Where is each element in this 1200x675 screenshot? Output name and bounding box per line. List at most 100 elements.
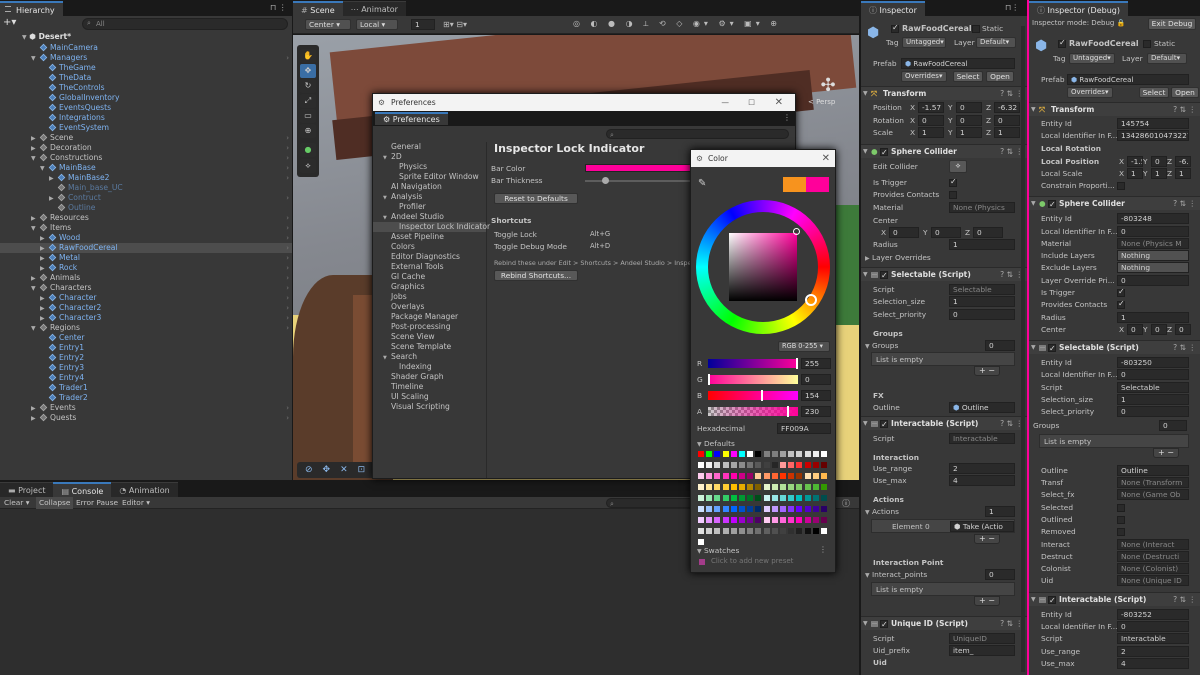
debug-readonly-field[interactable]: None (Game Ob [1117, 489, 1189, 501]
axis-label[interactable]: X [881, 227, 886, 238]
hierarchy-item[interactable]: ▼ Characters › [0, 283, 292, 293]
actions-count-field[interactable]: 1 [985, 506, 1015, 517]
color-swatch[interactable] [714, 506, 721, 512]
entity-id-field[interactable]: 145754 [1117, 118, 1189, 129]
open-prefab-icon[interactable]: › [286, 263, 289, 273]
color-swatch[interactable] [755, 495, 762, 501]
hierarchy-item[interactable]: ▶ MainBase2 › [0, 173, 292, 183]
color-swatch[interactable] [804, 451, 811, 457]
color-swatch[interactable] [821, 506, 827, 512]
color-swatch[interactable] [804, 528, 811, 534]
layer-dropdown[interactable]: Default▾ [976, 37, 1016, 48]
color-swatch[interactable] [763, 484, 770, 490]
color-swatch[interactable] [771, 517, 778, 523]
color-swatch[interactable] [780, 506, 786, 512]
tab-hierarchy[interactable]: Hierarchy [0, 1, 63, 16]
hierarchy-item[interactable]: Entry1 [0, 343, 292, 353]
hierarchy-item[interactable]: Main_base_UC [0, 183, 292, 193]
open-prefab-icon[interactable]: › [286, 143, 289, 153]
axis-label[interactable]: Z [986, 127, 991, 138]
thickness-slider-thumb[interactable] [602, 177, 609, 184]
tab-project[interactable]: ▬ Project [0, 482, 54, 497]
color-swatch[interactable] [796, 484, 803, 490]
hierarchy-item[interactable]: ▶ Character3 › [0, 313, 292, 323]
color-swatch[interactable] [788, 506, 795, 512]
bar-color-swatch[interactable] [585, 164, 693, 172]
entity-id-field[interactable]: -803248 [1117, 213, 1189, 224]
preset-swatch[interactable] [699, 559, 705, 565]
actions-foldout[interactable]: ▼ Actions [865, 506, 899, 517]
preferences-nav-item[interactable]: Visual Scripting [373, 402, 486, 412]
component-enabled-checkbox[interactable] [1048, 198, 1056, 212]
color-swatch[interactable] [812, 517, 819, 523]
eyedropper-icon[interactable]: ✎ [698, 178, 710, 190]
color-swatch[interactable] [796, 495, 803, 501]
saturation-value-square[interactable] [729, 233, 797, 301]
color-swatch[interactable] [755, 506, 762, 512]
component-enabled-checkbox[interactable] [1048, 342, 1056, 356]
exclude-layers-dropdown[interactable]: Nothing [1117, 262, 1189, 273]
open-prefab-icon[interactable]: › [286, 213, 289, 223]
preferences-nav-item[interactable]: Inspector Lock Indicator [373, 222, 490, 232]
hierarchy-item[interactable]: Trader1 [0, 383, 292, 393]
hierarchy-item[interactable]: ▼ Items › [0, 223, 292, 233]
g-slider[interactable] [708, 374, 798, 385]
color-swatch[interactable] [780, 451, 786, 457]
open-prefab-icon[interactable]: › [286, 323, 289, 333]
edit-path-icon[interactable]: ⟡ [300, 159, 316, 173]
b-field[interactable]: 154 [801, 390, 831, 401]
old-color-swatch[interactable] [783, 177, 806, 192]
overrides-dropdown[interactable]: Overrides▾ [1067, 87, 1113, 98]
layer-overrides-foldout[interactable]: ▶ Layer Overrides [865, 252, 931, 263]
move-tool-icon[interactable]: ✥ [300, 64, 316, 78]
selection-size-field[interactable]: 1 [949, 296, 1015, 307]
axis-label[interactable]: X [1119, 324, 1124, 335]
preferences-nav-item[interactable]: Sprite Editor Window [373, 172, 486, 182]
color-swatch[interactable] [821, 484, 827, 490]
hierarchy-item[interactable]: MainCamera [0, 43, 292, 53]
color-swatch[interactable] [780, 473, 786, 479]
edit-collider-button[interactable]: ⟡ [949, 160, 967, 173]
rebind-shortcuts-button[interactable]: Rebind Shortcuts... [494, 270, 578, 281]
hierarchy-item[interactable]: EventsQuests [0, 103, 292, 113]
color-swatch[interactable] [698, 495, 704, 501]
g-slider-thumb[interactable] [708, 374, 710, 385]
preferences-nav-item[interactable]: ▼ 2D [373, 152, 486, 162]
hierarchy-item[interactable]: ▼ Regions › [0, 323, 292, 333]
open-prefab-icon[interactable]: › [286, 233, 289, 243]
swatches-menu-icon[interactable]: ⋮ [819, 545, 827, 554]
clear-button[interactable]: Clear ▾ [4, 497, 29, 509]
groups-count-field[interactable]: 0 [985, 340, 1015, 351]
error-pause-button[interactable]: Error Pause [76, 497, 118, 509]
color-swatch[interactable] [804, 517, 811, 523]
vector-component-field[interactable]: -6.32 [994, 102, 1020, 113]
color-swatch[interactable] [714, 462, 721, 468]
open-prefab-icon[interactable]: › [286, 303, 289, 313]
minimize-icon[interactable]: — [721, 94, 729, 111]
open-prefab-icon[interactable]: › [286, 313, 289, 323]
create-button[interactable]: +▾ [3, 17, 19, 29]
color-swatch[interactable] [804, 462, 811, 468]
color-swatch[interactable] [788, 484, 795, 490]
color-swatch[interactable] [821, 451, 827, 457]
use-range-field[interactable]: 2 [949, 463, 1015, 474]
component-menu-icon[interactable]: ? ⇅ ⋮ [1173, 197, 1196, 211]
hierarchy-item[interactable]: Outline [0, 203, 292, 213]
color-swatch[interactable] [821, 517, 827, 523]
color-swatch[interactable] [755, 528, 762, 534]
collapse-button[interactable]: Collapse [36, 497, 74, 509]
hex-field[interactable]: FF009A [777, 423, 831, 434]
axis-label[interactable]: Y [948, 115, 953, 126]
hierarchy-search[interactable]: ⌕ All [82, 18, 288, 30]
preferences-titlebar[interactable]: ⚙ Preferences — ☐ ✕ [373, 94, 795, 111]
debug-transform-header[interactable]: ▼ ⤧ Transform ? ⇅ ⋮ [1029, 102, 1200, 116]
debug-readonly-checkbox[interactable] [1117, 528, 1125, 537]
interact-points-count-field[interactable]: 0 [985, 569, 1015, 580]
actions-add-remove[interactable]: + − [974, 534, 1000, 544]
preferences-nav-item[interactable]: Jobs [373, 292, 486, 302]
preferences-nav-item[interactable]: Asset Pipeline [373, 232, 486, 242]
color-swatch[interactable] [722, 495, 729, 501]
color-swatch[interactable] [730, 528, 737, 534]
thickness-slider-track[interactable] [585, 180, 691, 182]
vector-component-field[interactable]: 0 [918, 115, 944, 126]
